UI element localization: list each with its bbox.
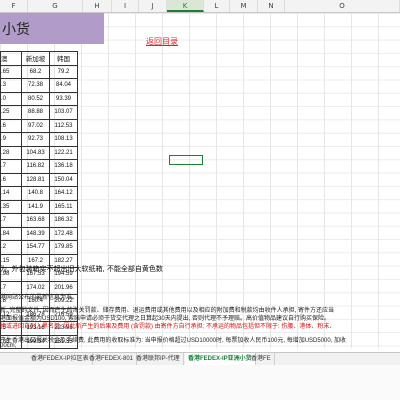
package-note: 为, 外包装箱实不超出旧大软纸箱, 不能全部自黄色数	[0, 265, 163, 273]
column-header-bar: F G H I J K L M N O	[0, 0, 400, 13]
table-cell[interactable]: .6	[0, 172, 22, 187]
table-header-cell[interactable]: 澳	[0, 51, 22, 66]
table-row: .6 97.02 112.53	[0, 118, 78, 133]
sheet-tab[interactable]: 香港FEDEX-IP拉区表	[28, 353, 93, 365]
table-row: .28 104.83 122.21	[0, 145, 78, 160]
table-cell[interactable]: .65	[0, 64, 22, 79]
table-cell[interactable]: 150.04	[49, 172, 78, 187]
sheet-tab-bar: 香港FEDEX-IP拉区表 香港FEDEX-801 香港联邦IP-代理 香港FE…	[0, 352, 400, 367]
table-row: .14 140.8 164.12	[0, 186, 78, 201]
table-cell[interactable]: .14	[0, 186, 22, 201]
table-cell[interactable]: 72.38	[21, 78, 50, 93]
column-header-f[interactable]: F	[0, 0, 28, 12]
table-header-cell[interactable]: 新加坡	[21, 51, 50, 66]
table-cell[interactable]: 141.9	[21, 199, 50, 214]
table-cell[interactable]: .25	[0, 105, 22, 120]
column-header-m[interactable]: M	[230, 0, 258, 12]
table-cell[interactable]: 88.88	[21, 105, 50, 120]
table-cell[interactable]: 103.07	[49, 105, 78, 120]
column-header-i[interactable]: I	[112, 0, 139, 12]
table-row: .35 141.9 165.11	[0, 199, 78, 214]
table-cell[interactable]: 148.39	[21, 226, 50, 241]
table-cell[interactable]: 84.04	[49, 78, 78, 93]
table-row: .2 154.77 179.85	[0, 240, 78, 255]
table-cell[interactable]: .2	[0, 240, 22, 255]
table-row: .9 92.73 108.13	[0, 132, 78, 147]
table-cell[interactable]: .6	[0, 118, 22, 133]
return-to-index-link[interactable]: 返回目录	[146, 36, 178, 47]
table-cell[interactable]: 97.02	[21, 118, 50, 133]
sheet-tab[interactable]: 香港FEDEX-801	[86, 353, 138, 365]
table-row: .6 128.81 150.04	[0, 172, 78, 187]
table-cell[interactable]: 93.39	[49, 91, 78, 106]
table-cell[interactable]: 128.81	[21, 172, 50, 187]
table-row: .84 148.39 172.48	[0, 226, 78, 241]
table-row: .25 88.88 103.07	[0, 105, 78, 120]
table-cell[interactable]: 172.48	[49, 226, 78, 241]
table-cell[interactable]: 136.18	[49, 159, 78, 174]
table-cell[interactable]: 140.8	[21, 186, 50, 201]
table-row: .7 163.68 186.32	[0, 213, 78, 228]
table-header-cell[interactable]: 韩国	[49, 51, 78, 66]
column-header-o[interactable]: O	[285, 0, 400, 12]
status-area	[0, 365, 400, 400]
table-row: .3 72.38 84.04	[0, 78, 78, 93]
terms-line: 物或进回自列入黑名单, 因此所产生的后果及费用 (含罚款) 由寄件方自行承担; …	[0, 324, 336, 330]
table-cell[interactable]: .7	[0, 213, 22, 228]
column-header-h[interactable]: H	[83, 0, 112, 12]
table-cell[interactable]: 112.53	[49, 118, 78, 133]
table-cell[interactable]: .35	[0, 199, 22, 214]
table-cell[interactable]: .3	[0, 78, 22, 93]
table-cell[interactable]: 80.52	[21, 91, 50, 106]
table-cell[interactable]: 165.11	[49, 199, 78, 214]
table-cell[interactable]: .7	[0, 159, 22, 174]
table-row: .0 80.52 93.39	[0, 91, 78, 106]
table-cell[interactable]: .28	[0, 145, 22, 160]
column-header-n[interactable]: N	[258, 0, 285, 12]
table-cell[interactable]: .84	[0, 226, 22, 241]
table-cell[interactable]: 122.21	[49, 145, 78, 160]
table-cell[interactable]: 154.77	[21, 240, 50, 255]
selected-cell[interactable]	[169, 155, 203, 165]
table-cell[interactable]: 186.32	[49, 213, 78, 228]
sheet-tab[interactable]: 香港联邦IP-代理	[133, 353, 184, 365]
sheet-title-cell[interactable]: 小货	[0, 13, 104, 44]
table-cell[interactable]: 163.68	[21, 213, 50, 228]
table-cell[interactable]: 164.12	[49, 186, 78, 201]
table-header-row: 澳新加坡 韩国	[0, 51, 78, 66]
table-row: .7 116.82 136.18	[0, 159, 78, 174]
table-cell[interactable]: 116.82	[21, 159, 50, 174]
column-header-g[interactable]: G	[28, 0, 83, 12]
table-cell[interactable]: 92.73	[21, 132, 50, 147]
column-header-j[interactable]: J	[139, 0, 167, 12]
table-cell[interactable]: 108.13	[49, 132, 78, 147]
table-cell[interactable]: 179.85	[49, 240, 78, 255]
table-cell[interactable]: 79.2	[49, 64, 78, 79]
terms-line: 00cm;	[0, 343, 17, 349]
table-row: .65 68.2 79.2	[0, 64, 78, 79]
terms-line: 产生香港出口报关税金及手续费, 此费用的收取标准为: 当申报价格超过USD100…	[0, 338, 347, 344]
table-cell[interactable]: .9	[0, 132, 22, 147]
table-cell[interactable]: 68.2	[21, 64, 50, 79]
column-header-k[interactable]: K	[167, 0, 204, 12]
table-cell[interactable]: 104.83	[21, 145, 50, 160]
sheet-title: 小货	[2, 21, 30, 37]
table-cell[interactable]: .0	[0, 91, 22, 106]
terms-line: 港网站公布的最新信息为准。	[0, 295, 79, 301]
column-header-l[interactable]: L	[204, 0, 230, 12]
sheet-tab[interactable]: 香港FE	[248, 353, 275, 365]
